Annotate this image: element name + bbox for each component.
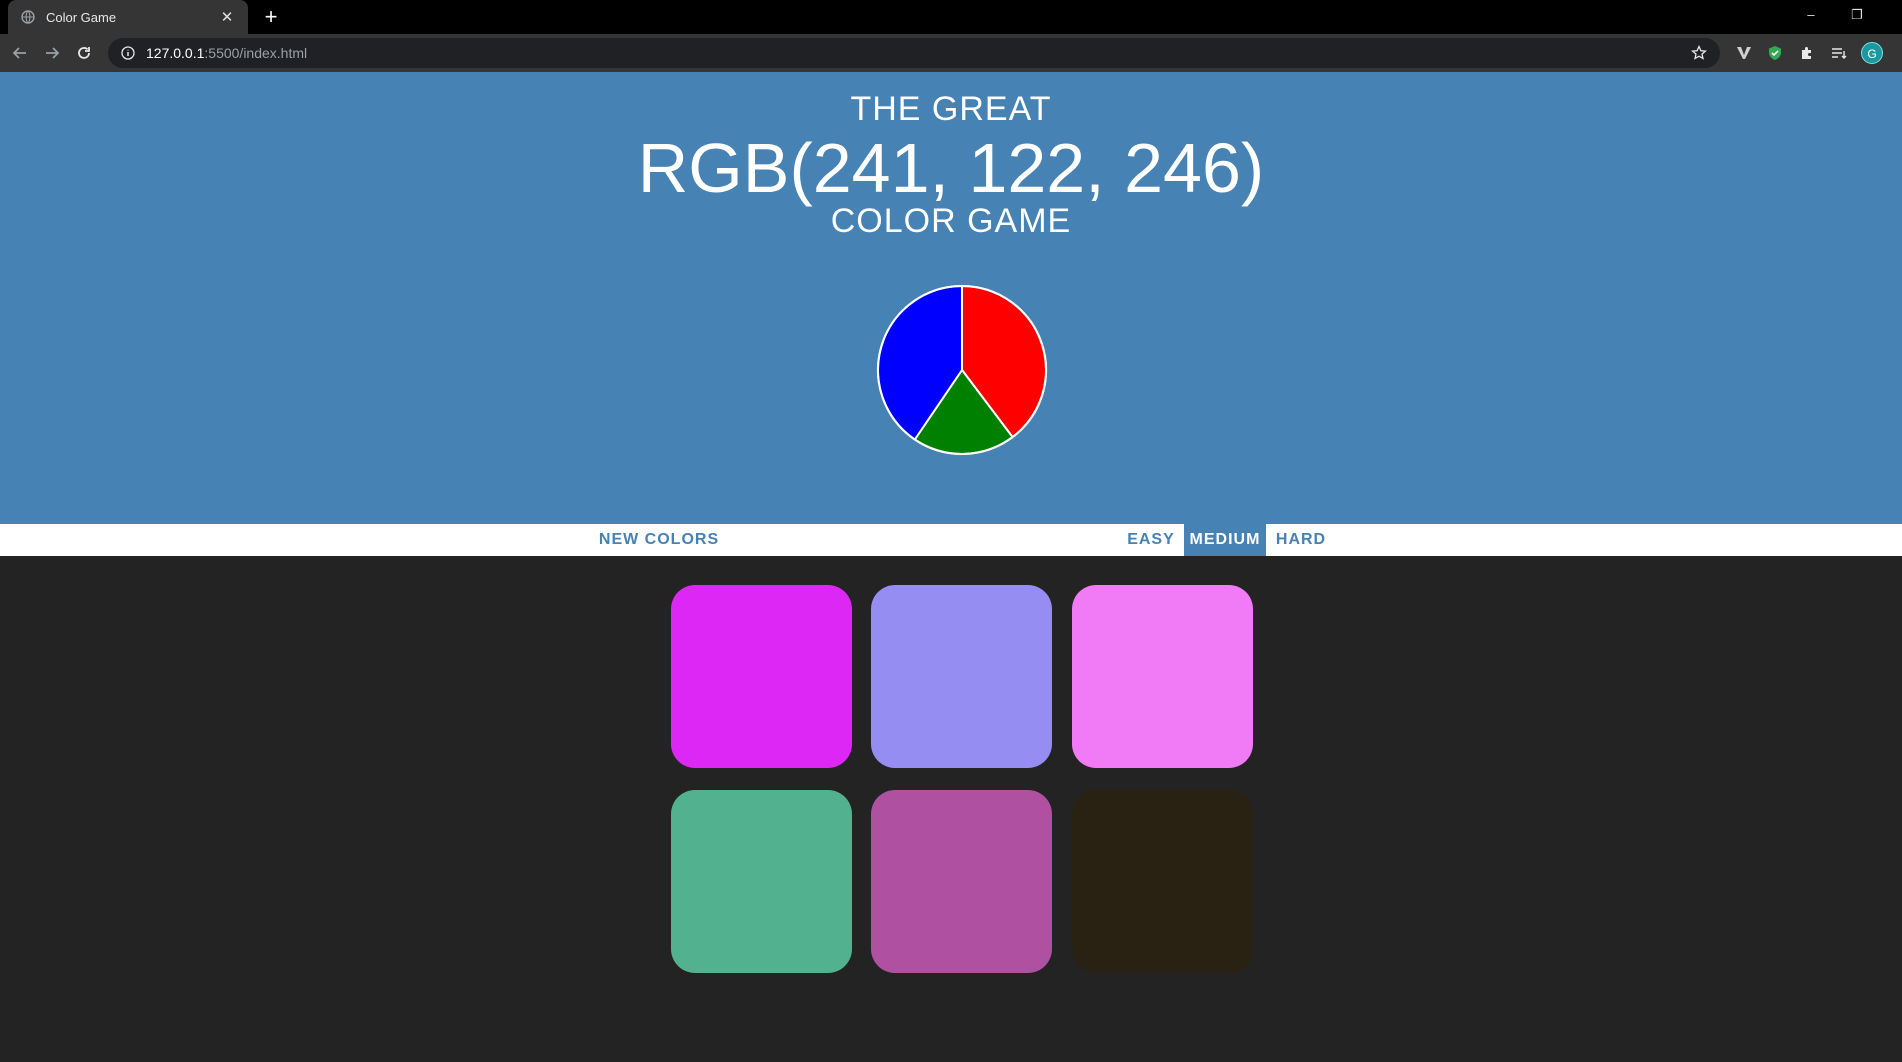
url-host: 127.0.0.1	[146, 45, 205, 61]
url-path: :5500/index.html	[204, 45, 308, 61]
back-arrow-icon[interactable]	[7, 40, 33, 66]
bookmark-star-icon[interactable]	[1690, 44, 1708, 62]
forward-arrow-icon[interactable]	[39, 40, 65, 66]
color-square[interactable]	[871, 790, 1052, 973]
tab-title: Color Game	[46, 9, 117, 25]
shield-extension-icon[interactable]	[1764, 42, 1786, 64]
new-tab-button[interactable]: +	[258, 4, 284, 30]
color-square[interactable]	[1072, 585, 1253, 768]
rgb-wheel-logo	[877, 284, 1048, 456]
easy-mode-button[interactable]: EASY	[1118, 524, 1184, 556]
puzzle-icon[interactable]	[1796, 42, 1818, 64]
header-title-top: THE GREAT	[850, 90, 1052, 128]
color-square[interactable]	[871, 585, 1052, 768]
control-stripe: NEW COLORS EASY MEDIUM HARD	[0, 524, 1902, 556]
browser-tab[interactable]: Color Game ✕	[8, 0, 248, 34]
minimize-window-button[interactable]: –	[1788, 0, 1834, 30]
restore-window-button[interactable]: ❐	[1834, 0, 1880, 30]
browser-toolbar: 127.0.0.1 :5500/index.html G	[0, 34, 1902, 72]
color-square[interactable]	[1072, 790, 1253, 973]
globe-icon	[20, 9, 36, 25]
extension-v-icon[interactable]	[1733, 42, 1755, 64]
info-icon[interactable]	[120, 45, 136, 61]
address-bar[interactable]: 127.0.0.1 :5500/index.html	[108, 38, 1720, 68]
reload-icon[interactable]	[71, 40, 97, 66]
profile-avatar[interactable]: G	[1861, 42, 1883, 64]
page-content: THE GREAT RGB(241, 122, 246) COLOR GAME …	[0, 72, 1902, 1062]
rgb-color-display: RGB(241, 122, 246)	[637, 129, 1265, 207]
tab-close-icon[interactable]: ✕	[218, 8, 236, 26]
game-header: THE GREAT RGB(241, 122, 246) COLOR GAME	[0, 72, 1902, 524]
hard-mode-button[interactable]: HARD	[1266, 524, 1336, 556]
color-squares-grid	[0, 556, 1902, 1062]
color-square[interactable]	[671, 790, 852, 973]
browser-tab-bar: Color Game ✕ + – ❐	[0, 0, 1902, 34]
color-square[interactable]	[671, 585, 852, 768]
new-colors-button[interactable]: NEW COLORS	[588, 524, 730, 556]
header-title-bottom: COLOR GAME	[830, 202, 1072, 240]
reading-list-icon[interactable]	[1828, 42, 1850, 64]
medium-mode-button[interactable]: MEDIUM	[1184, 524, 1266, 556]
